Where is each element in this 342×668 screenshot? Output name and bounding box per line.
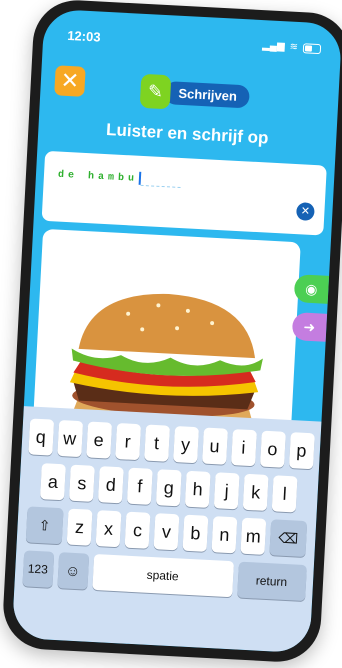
answer-char: u [127, 173, 139, 185]
battery-icon [302, 42, 322, 54]
key-a[interactable]: a [40, 463, 66, 501]
key-i[interactable]: i [230, 429, 257, 467]
mode-badge: ✎ Schrijven [139, 73, 250, 114]
key-r[interactable]: r [114, 422, 141, 461]
status-time: 12:03 [66, 27, 101, 45]
answer-char [78, 171, 89, 183]
clear-button[interactable]: ✕ [295, 202, 315, 222]
signal-icon: ▂▄▆ [261, 40, 285, 53]
close-button[interactable]: ✕ [54, 65, 86, 97]
key-u[interactable]: u [201, 427, 228, 465]
key-h[interactable]: h [184, 470, 211, 508]
numbers-key[interactable]: 123 [21, 550, 54, 588]
notebook-pencil-icon: ✎ [139, 73, 172, 110]
mode-label: Schrijven [163, 80, 250, 108]
key-p[interactable]: p [288, 432, 315, 470]
answer-remaining-placeholder [140, 174, 182, 189]
key-f[interactable]: f [126, 467, 153, 505]
key-b[interactable]: b [182, 514, 209, 552]
key-y[interactable]: y [172, 426, 199, 464]
shift-key[interactable]: ⇧ [25, 506, 64, 545]
key-k[interactable]: k [242, 473, 269, 511]
key-e[interactable]: e [85, 421, 112, 459]
key-w[interactable]: w [56, 419, 83, 458]
answer-field[interactable]: de hambu ✕ [41, 150, 327, 236]
key-v[interactable]: v [153, 513, 180, 551]
answer-char: d [57, 169, 69, 182]
key-j[interactable]: j [213, 472, 240, 510]
status-icons: ▂▄▆ ≋ [261, 40, 322, 54]
key-l[interactable]: l [271, 475, 298, 513]
next-arrow-icon[interactable]: ➜ [291, 312, 328, 342]
keyboard: q w e r t y u i o p a s d f g h j k l ⇧ … [11, 406, 322, 654]
key-o[interactable]: o [259, 430, 286, 468]
key-q[interactable]: q [27, 418, 54, 456]
keyboard-row-3: ⇧ z x c v b n m ⌫ [17, 506, 316, 558]
page-title: Luister en schrijf op [105, 120, 269, 148]
answer-char: e [67, 170, 79, 182]
phone-device: 12:03 ▂▄▆ ≋ ✕ ✎ Schrijven Luister en sch… [1, 0, 342, 664]
keyboard-row-4: 123 ☺ spatie return [14, 550, 313, 602]
keyboard-row-1: q w e r t y u i o p [21, 418, 320, 470]
key-s[interactable]: s [68, 464, 95, 502]
space-key[interactable]: spatie [91, 553, 234, 598]
key-m[interactable]: m [240, 517, 267, 555]
key-n[interactable]: n [211, 516, 238, 554]
key-g[interactable]: g [155, 469, 182, 507]
eye-icon[interactable]: ◉ [293, 274, 330, 304]
key-z[interactable]: z [66, 508, 93, 546]
emoji-icon[interactable]: ☺ [56, 552, 89, 590]
answer-typed-text: de hambu [57, 168, 182, 189]
key-t[interactable]: t [143, 424, 170, 462]
key-x[interactable]: x [95, 510, 122, 548]
key-c[interactable]: c [124, 511, 151, 549]
keyboard-row-2: a s d f g h j k l [19, 462, 318, 514]
backspace-key[interactable]: ⌫ [269, 519, 308, 558]
app-screen: 12:03 ▂▄▆ ≋ ✕ ✎ Schrijven Luister en sch… [11, 8, 342, 654]
return-key[interactable]: return [236, 561, 307, 602]
wifi-icon: ≋ [289, 41, 299, 53]
key-d[interactable]: d [97, 466, 124, 504]
